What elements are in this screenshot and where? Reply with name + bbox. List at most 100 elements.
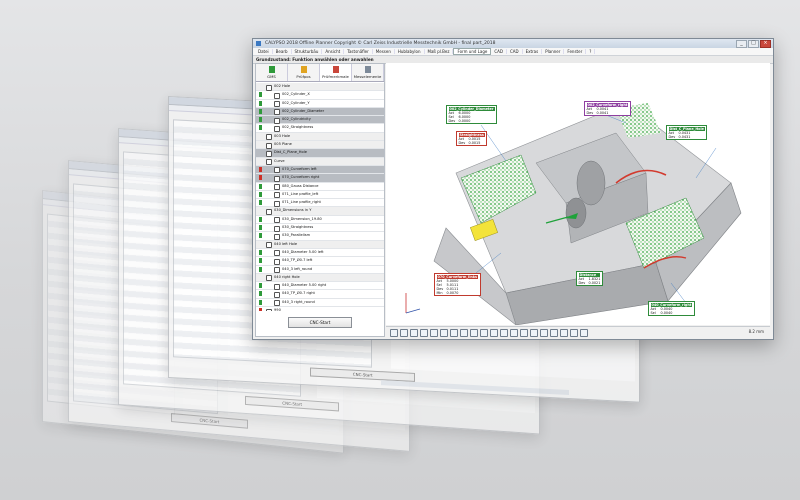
feature-icon [274, 217, 280, 224]
feature-icon [274, 291, 280, 298]
menu-item[interactable]: CAD [507, 49, 523, 54]
tree-row[interactable]: 003 Hole [256, 132, 384, 142]
menu-item[interactable]: Strukturbäu [292, 49, 323, 54]
grid-icon[interactable] [550, 329, 558, 337]
feature-icon [274, 92, 280, 99]
result-box-row: Dev 0.0431 [669, 135, 705, 139]
result-box-row: Dev 0.0000 [449, 119, 495, 123]
folder-icon [266, 142, 272, 149]
tree-row[interactable]: 002_Cylinder_Diameter [256, 107, 384, 117]
result-box[interactable]: Straightness Act 0.0015 Dev 0.0015 [456, 131, 488, 146]
zoom-in-icon[interactable] [420, 329, 428, 337]
print-icon[interactable] [580, 329, 588, 337]
zoom-out-icon[interactable] [430, 329, 438, 337]
cnc-start-button[interactable]: CNC-Start [288, 317, 352, 328]
hide-icon[interactable] [500, 329, 508, 337]
light-icon[interactable] [520, 329, 528, 337]
show-icon[interactable] [510, 329, 518, 337]
status-marker [259, 175, 262, 181]
menu-item[interactable]: Datei [255, 49, 273, 54]
view-side-icon[interactable] [470, 329, 478, 337]
section-icon[interactable] [490, 329, 498, 337]
result-value: 0.0070 [446, 290, 459, 295]
tree-row[interactable]: Curve [256, 157, 384, 166]
tree-row[interactable]: 030_Dimensions in Y [256, 207, 384, 216]
axis-icon[interactable] [560, 329, 568, 337]
maximize-button[interactable]: □ [748, 40, 759, 48]
color-icon[interactable] [540, 329, 548, 337]
cad-viewport[interactable]: 002_Cylinder_Diameter Act 6.0000 Sel 6.0000 D… [386, 63, 770, 326]
tree-row[interactable]: 070_Curveform right [256, 174, 384, 183]
tree-row[interactable]: 040_Diameter 5.00 right [256, 282, 384, 291]
menu-item[interactable]: Maß pl.Bez [425, 49, 454, 54]
tree-row[interactable]: 040 left Hole [256, 240, 384, 249]
tree-row[interactable]: 002 Hole [256, 83, 384, 92]
tree-row[interactable]: 040_TP_Ø0.7 left [256, 257, 384, 266]
menu-item[interactable]: Tastsnäfler [344, 49, 373, 54]
reset-icon[interactable] [570, 329, 578, 337]
tree-row[interactable]: 071_Line profile_right [256, 199, 384, 208]
tree-row[interactable]: 030_Parallelism [256, 232, 384, 241]
pan-icon[interactable] [410, 329, 418, 337]
tree-row[interactable]: 030_Straightness [256, 224, 384, 233]
menu-item[interactable]: Fenster [564, 49, 587, 54]
menu-item[interactable]: Bearb [273, 49, 292, 54]
result-box-row: Dev 0.0021 [579, 281, 601, 285]
tree-row-label: 040_3 right_round [282, 299, 315, 304]
tree-row-label: 002_Straightness [282, 125, 314, 130]
tree-row[interactable]: 040 right Hole [256, 273, 384, 283]
window-title: CALYPSO 2018 Offline Planner Copyright ©… [265, 41, 496, 46]
fit-icon[interactable] [440, 329, 448, 337]
tree-row[interactable]: 071_Line profile_left [256, 191, 384, 200]
view-top-icon[interactable] [460, 329, 468, 337]
tab-gms[interactable]: GMS [256, 64, 288, 81]
tree-row[interactable]: 040_3 left_round [256, 266, 384, 274]
status-marker [259, 291, 262, 297]
tree-row[interactable]: 070_Curveform left [256, 165, 384, 175]
iso-icon[interactable] [480, 329, 488, 337]
tree-row[interactable]: Dist_C_Plane_Hole [256, 149, 384, 158]
menu-item[interactable]: Form und Lage [453, 48, 492, 55]
menu-item[interactable]: CAD [491, 49, 507, 54]
tree-row[interactable]: 005 Plane [256, 141, 384, 150]
measure-icon[interactable] [530, 329, 538, 337]
result-box[interactable]: Dist_C_Plane_Hole Act 0.0431 Dev 0.0431 [666, 125, 708, 140]
tree-row[interactable]: 040_TP_Ø0.7 right [256, 290, 384, 299]
tree-row-label: 002 Hole [274, 84, 291, 88]
close-button[interactable]: × [760, 40, 771, 48]
minimize-button[interactable]: _ [736, 40, 747, 48]
menu-item[interactable]: Messen [373, 49, 395, 54]
feature-icon [274, 125, 280, 132]
tree-row[interactable]: 040_3 right_round [256, 299, 384, 308]
result-box[interactable]: Distance Act 1.8321 Dev 0.0021 [576, 271, 603, 286]
tree-row[interactable]: 030_Dimension_19.80 [256, 216, 384, 225]
rotate-icon[interactable] [400, 329, 408, 337]
feature-icon [274, 167, 280, 174]
result-box[interactable]: 040_Curveform_right Act 0.0040 Sel 0.0040 [648, 301, 695, 316]
tree-row[interactable]: 002_Cylinder_Y [256, 100, 384, 108]
menu-item[interactable]: ? [586, 49, 596, 54]
select-icon[interactable] [390, 329, 398, 337]
tree-row[interactable]: 990 [256, 307, 384, 311]
status-marker [259, 125, 262, 131]
tree-row[interactable]: 080_Gauss Distance [256, 183, 384, 191]
view-front-icon[interactable] [450, 329, 458, 337]
tree-row-label: Curve [274, 158, 285, 163]
result-box[interactable]: 002_Cylinder_Diameter Act 6.0000 Sel 6.0000 D… [446, 105, 497, 124]
menu-item[interactable]: Extras [523, 49, 543, 54]
tree-row-label: 070_Curveform left [282, 166, 317, 171]
tree-row[interactable]: 040_Diameter 5.00 left [256, 249, 384, 258]
tab-pruefpos[interactable]: Prüfpos [288, 64, 320, 81]
result-box[interactable]: 070_Curveform_links Act 5.0000 Sel 5.0111 Dev… [434, 273, 481, 296]
view-toolbar: 8.2 mm [386, 326, 770, 338]
result-box[interactable]: 002_Curveform_right Act 0.0041 Dev 0.0041 [584, 101, 631, 116]
menu-item[interactable]: Ansicht [322, 49, 345, 54]
menu-bar: Datei Bearb Strukturbäu Ansicht Tastsnäfler M… [253, 48, 773, 56]
tree-row[interactable]: 002_Cylindricity [256, 116, 384, 125]
tree-row[interactable]: 002_Straightness [256, 124, 384, 133]
tree-row[interactable]: 002_Cylinder_X [256, 91, 384, 100]
tab-merkmale[interactable]: Prüfmerkmale [320, 64, 352, 81]
tab-elemente[interactable]: Messelemente [352, 64, 384, 81]
menu-item[interactable]: Hublabylon [395, 49, 425, 54]
menu-item[interactable]: Planner [542, 49, 565, 54]
